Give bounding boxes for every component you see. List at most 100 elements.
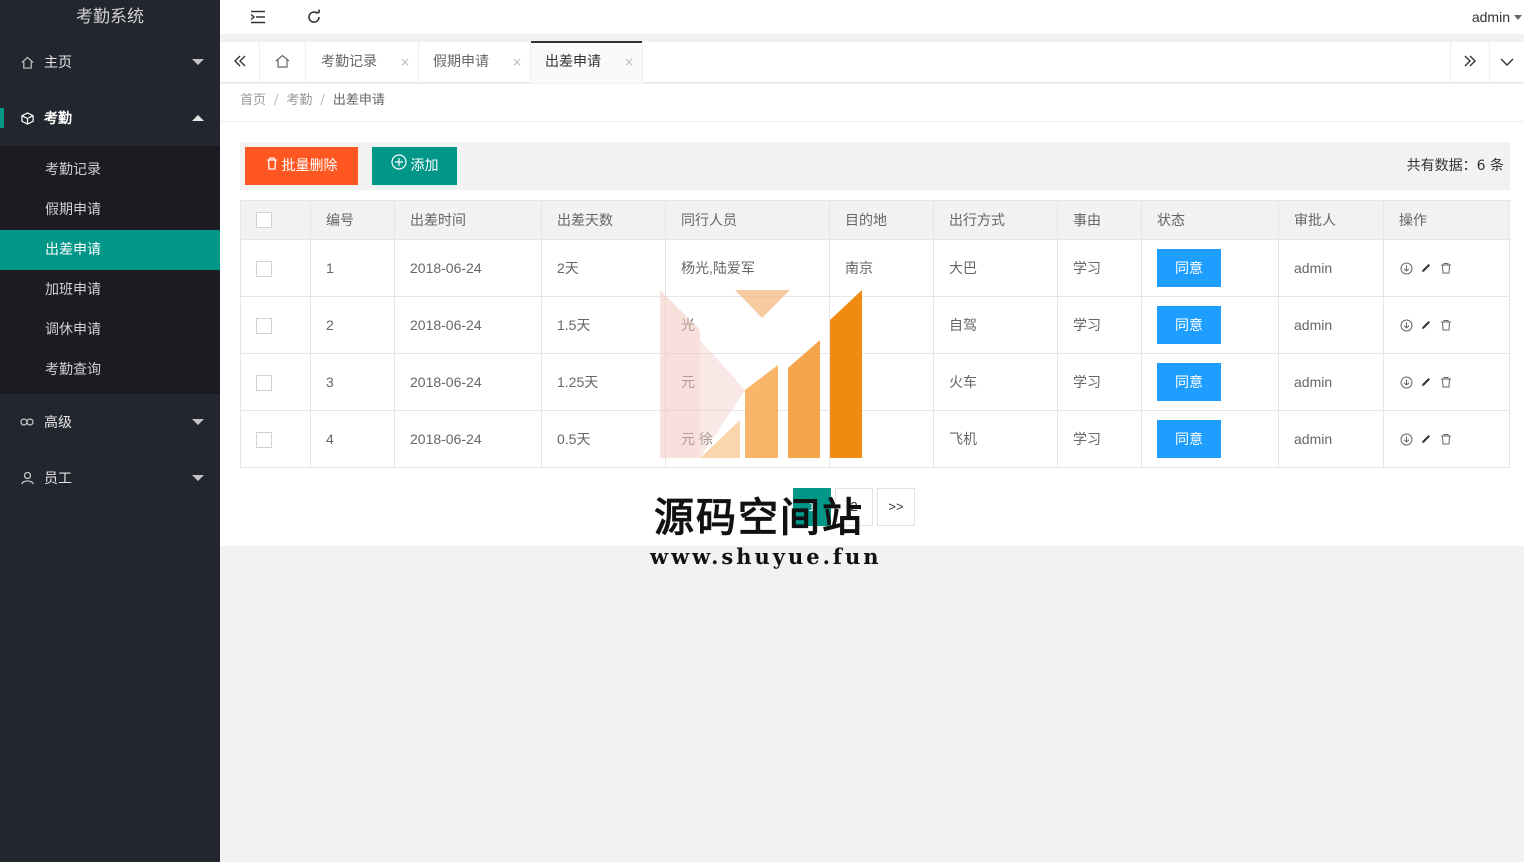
page-button-current[interactable]: 1 bbox=[793, 488, 831, 526]
sidebar-item-overtime-request[interactable]: 加班申请 bbox=[0, 270, 220, 310]
status-approve-button[interactable]: 同意 bbox=[1157, 420, 1221, 458]
edit-icon[interactable] bbox=[1419, 318, 1433, 332]
nav-group-label: 主页 bbox=[44, 55, 72, 71]
batch-delete-label: 批量删除 bbox=[281, 158, 338, 174]
tabs-scroll-left-button[interactable] bbox=[220, 42, 260, 83]
chevron-down-icon bbox=[192, 475, 204, 481]
app-title: 考勤系统 bbox=[76, 7, 144, 27]
cell-transport: 火车 bbox=[933, 353, 1058, 411]
column-header: 出行方式 bbox=[933, 200, 1058, 240]
total-count: 共有数据：6 条 bbox=[1406, 158, 1504, 174]
plus-circle-icon bbox=[390, 147, 407, 185]
business-trip-table: 编号 出差时间 出差天数 同行人员 目的地 出行方式 事由 状态 审批人 操作 … bbox=[240, 200, 1510, 468]
breadcrumb-current: 出差申请 bbox=[332, 93, 385, 108]
nav-group-attendance[interactable]: 考勤 bbox=[0, 90, 220, 146]
next-page-button[interactable]: >> bbox=[877, 488, 915, 526]
user-icon bbox=[20, 471, 34, 485]
cell-days: 1.5天 bbox=[541, 296, 666, 354]
column-header: 状态 bbox=[1141, 200, 1279, 240]
nav-group-home[interactable]: 主页 bbox=[0, 34, 220, 90]
cell-transport: 飞机 bbox=[933, 410, 1058, 468]
breadcrumb-section[interactable]: 考勤 bbox=[286, 93, 312, 108]
batch-delete-button[interactable]: 批量删除 bbox=[245, 147, 358, 185]
cell-actions bbox=[1383, 410, 1510, 468]
tab-home[interactable] bbox=[260, 42, 306, 83]
download-icon[interactable] bbox=[1399, 261, 1413, 275]
user-menu[interactable]: admin bbox=[1472, 0, 1524, 34]
row-checkbox[interactable] bbox=[256, 374, 272, 391]
cell-approver: admin bbox=[1278, 296, 1384, 354]
row-checkbox[interactable] bbox=[256, 431, 272, 448]
download-icon[interactable] bbox=[1399, 432, 1413, 446]
edit-icon[interactable] bbox=[1419, 432, 1433, 446]
tab-bar: 考勤记录 × 假期申请 × 出差申请 × bbox=[220, 41, 1524, 83]
cell-actions bbox=[1383, 239, 1510, 297]
status-approve-button[interactable]: 同意 bbox=[1157, 363, 1221, 401]
cell-date: 2018-06-24 bbox=[394, 239, 542, 297]
trash-icon bbox=[266, 147, 278, 185]
row-checkbox[interactable] bbox=[256, 317, 272, 334]
refresh-icon[interactable] bbox=[304, 7, 324, 27]
sidebar: 考勤系统 主页 考勤 考勤记录 假期申请 出差申请 加班申请 调休申请 考勤查询… bbox=[0, 0, 220, 862]
column-header: 同行人员 bbox=[665, 200, 830, 240]
edit-icon[interactable] bbox=[1419, 261, 1433, 275]
tabs-scroll-right-button[interactable] bbox=[1450, 42, 1490, 83]
cell-date: 2018-06-24 bbox=[394, 410, 542, 468]
cell-destination: 海 bbox=[829, 410, 934, 468]
chevron-up-icon bbox=[192, 115, 204, 121]
sidebar-item-attendance-query[interactable]: 考勤查询 bbox=[0, 350, 220, 390]
add-button[interactable]: 添加 bbox=[372, 147, 457, 185]
username: admin bbox=[1471, 9, 1510, 25]
link-icon bbox=[20, 415, 34, 429]
download-icon[interactable] bbox=[1399, 375, 1413, 389]
tabs-menu-button[interactable] bbox=[1490, 42, 1524, 83]
trash-icon[interactable] bbox=[1439, 318, 1453, 332]
chevron-down-icon bbox=[1500, 55, 1514, 71]
column-header: 操作 bbox=[1383, 200, 1510, 240]
nav-group-label: 考勤 bbox=[44, 111, 72, 127]
sidebar-item-attendance-records[interactable]: 考勤记录 bbox=[0, 150, 220, 190]
top-bar: admin bbox=[220, 0, 1524, 34]
status-approve-button[interactable]: 同意 bbox=[1157, 249, 1221, 287]
double-chevron-right-icon bbox=[1463, 54, 1477, 72]
cell-reason: 学习 bbox=[1057, 410, 1142, 468]
sidebar-item-business-trip[interactable]: 出差申请 bbox=[0, 230, 220, 270]
cell-approver: admin bbox=[1278, 410, 1384, 468]
trash-icon[interactable] bbox=[1439, 432, 1453, 446]
tab-leave-request[interactable]: 假期申请 × bbox=[419, 42, 531, 83]
select-all-checkbox[interactable] bbox=[256, 212, 272, 228]
status-approve-button[interactable]: 同意 bbox=[1157, 306, 1221, 344]
download-icon[interactable] bbox=[1399, 318, 1413, 332]
cell-actions bbox=[1383, 353, 1510, 411]
tab-label: 出差申请 bbox=[545, 54, 601, 70]
cell-reason: 学习 bbox=[1057, 353, 1142, 411]
cell-reason: 学习 bbox=[1057, 296, 1142, 354]
double-chevron-left-icon bbox=[233, 54, 247, 72]
row-actions bbox=[1399, 375, 1509, 389]
nav-group-advanced[interactable]: 高级 bbox=[0, 394, 220, 450]
row-checkbox[interactable] bbox=[256, 260, 272, 277]
watermark-url: www.shuyue.fun bbox=[650, 544, 882, 569]
close-icon[interactable]: × bbox=[624, 42, 634, 82]
attendance-submenu: 考勤记录 假期申请 出差申请 加班申请 调休申请 考勤查询 bbox=[0, 146, 220, 394]
chevron-down-icon bbox=[1514, 15, 1522, 20]
column-header: 出差天数 bbox=[541, 200, 666, 240]
tab-business-trip[interactable]: 出差申请 × bbox=[531, 41, 643, 83]
trash-icon[interactable] bbox=[1439, 261, 1453, 275]
tab-attendance-records[interactable]: 考勤记录 × bbox=[307, 42, 419, 83]
page-button[interactable]: 2 bbox=[835, 488, 873, 526]
nav-group-employees[interactable]: 员工 bbox=[0, 450, 220, 506]
cell-actions bbox=[1383, 296, 1510, 354]
cell-days: 0.5天 bbox=[541, 410, 666, 468]
cell-status: 同意 bbox=[1141, 296, 1279, 354]
menu-toggle-icon[interactable] bbox=[248, 7, 268, 27]
sidebar-item-compensatory-leave[interactable]: 调休申请 bbox=[0, 310, 220, 350]
trash-icon[interactable] bbox=[1439, 375, 1453, 389]
breadcrumb-home[interactable]: 首页 bbox=[240, 93, 266, 108]
close-icon[interactable]: × bbox=[400, 42, 410, 82]
close-icon[interactable]: × bbox=[512, 42, 522, 82]
cell-id: 2 bbox=[310, 296, 395, 354]
sidebar-item-leave-request[interactable]: 假期申请 bbox=[0, 190, 220, 230]
edit-icon[interactable] bbox=[1419, 375, 1433, 389]
table-row: 3 2018-06-24 1.25天元通火车 学习 同意 admin bbox=[240, 353, 1510, 411]
